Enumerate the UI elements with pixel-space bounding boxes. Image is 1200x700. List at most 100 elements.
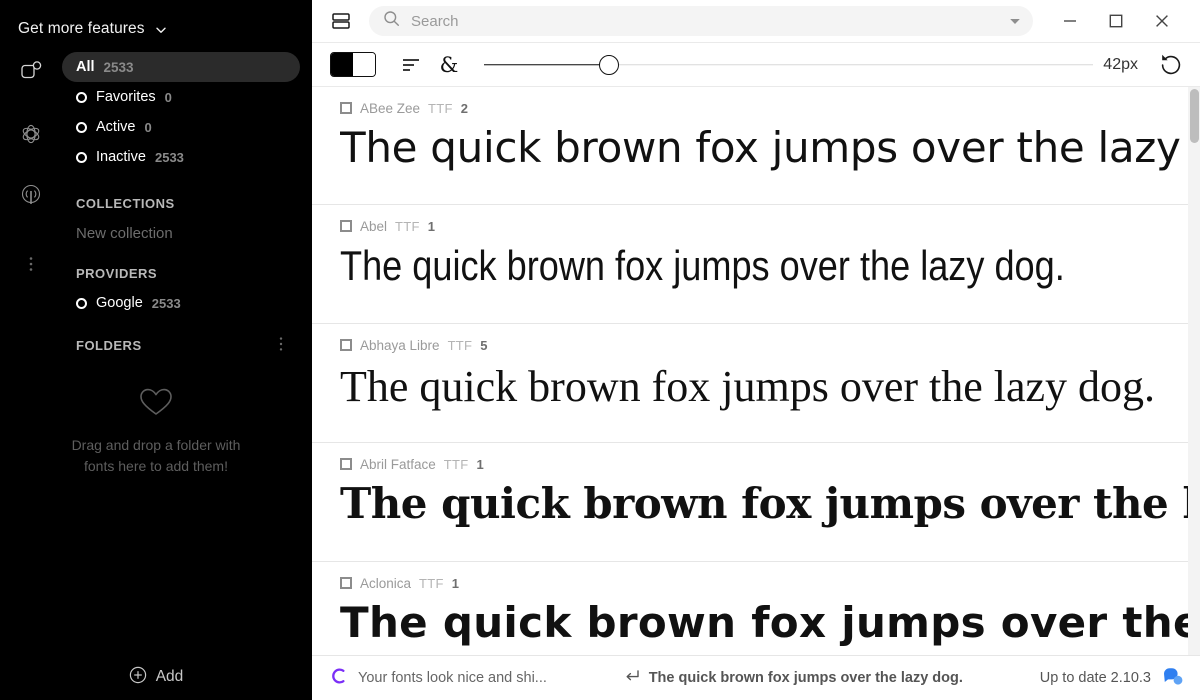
loading-c-icon (330, 667, 348, 690)
search-placeholder: Search (411, 13, 1007, 30)
folders-header: FOLDERS (0, 335, 312, 356)
add-button-label: Add (156, 668, 184, 686)
sidebar-item-inactive-count: 2533 (155, 150, 184, 165)
circle-icon (76, 122, 87, 133)
table-row[interactable]: Abril Fatface TTF 1 The quick brown fox … (312, 443, 1200, 562)
broadcast-icon[interactable] (9, 174, 53, 218)
status-left: Your fonts look nice and shi... (330, 667, 547, 690)
heart-icon (138, 386, 174, 423)
font-list[interactable]: ABee Zee TTF 2 The quick brown fox jumps… (312, 87, 1200, 655)
font-format: TTF (448, 338, 473, 353)
enter-arrow-icon (624, 668, 640, 689)
circle-icon (76, 298, 87, 309)
font-row-meta: Aclonica TTF 1 (340, 575, 1200, 591)
contrast-half-white (353, 53, 375, 76)
font-style-count: 2 (461, 101, 468, 116)
row-checkbox[interactable] (340, 102, 352, 114)
dropzone-text: Drag and drop a folder with fonts here t… (71, 435, 241, 477)
caret-down-icon[interactable] (1007, 13, 1023, 29)
font-row-meta: Abel TTF 1 (340, 218, 1200, 234)
collections-header-label: COLLECTIONS (76, 196, 175, 211)
font-style-count: 5 (480, 338, 487, 353)
status-preview-group[interactable]: The quick brown fox jumps over the lazy … (624, 668, 963, 689)
font-name: Abhaya Libre (360, 338, 440, 353)
slider-knob[interactable] (599, 55, 619, 75)
row-checkbox[interactable] (340, 577, 352, 589)
sidebar-item-favorites[interactable]: Favorites 0 (62, 82, 312, 112)
folders-more-vertical-icon[interactable] (272, 335, 290, 356)
minimize-icon[interactable] (1047, 0, 1093, 43)
table-row[interactable]: ABee Zee TTF 2 The quick brown fox jumps… (312, 87, 1200, 205)
status-message: Your fonts look nice and shi... (358, 670, 547, 686)
font-style-count: 1 (477, 457, 484, 472)
slider-fill (484, 64, 609, 66)
font-preview-text: The quick brown fox jumps over the lazy … (340, 355, 1200, 419)
search-input[interactable]: Search (369, 6, 1033, 36)
ampersand-icon[interactable]: & (432, 48, 466, 82)
providers-header-label: PROVIDERS (76, 266, 157, 281)
table-row[interactable]: Abel TTF 1 The quick brown fox jumps ove… (312, 205, 1200, 324)
preview-toolbar: & 42px (312, 43, 1200, 87)
contrast-half-black (331, 53, 353, 76)
more-vertical-icon[interactable] (9, 242, 53, 286)
font-row-meta: Abril Fatface TTF 1 (340, 456, 1200, 472)
table-row[interactable]: Abhaya Libre TTF 5 The quick brown fox j… (312, 324, 1200, 443)
folders-header-label: FOLDERS (76, 338, 142, 353)
sidebar-item-active-label: Active (96, 119, 136, 135)
titlebar: Search (312, 0, 1200, 43)
search-icon (383, 10, 400, 32)
sidebar-item-google-count: 2533 (152, 296, 181, 311)
sidebar-item-active-count: 0 (145, 120, 152, 135)
chevron-down-icon (154, 23, 167, 36)
folder-dropzone[interactable]: Drag and drop a folder with fonts here t… (0, 386, 312, 477)
sidebar-item-favorites-count: 0 (165, 90, 172, 105)
font-size-label: 42px (1103, 56, 1138, 74)
get-more-features-label: Get more features (18, 20, 145, 38)
sidebar-item-google-label: Google (96, 295, 143, 311)
font-name: Aclonica (360, 576, 411, 591)
font-row-meta: Abhaya Libre TTF 5 (340, 337, 1200, 353)
vertical-scrollbar[interactable] (1188, 87, 1200, 655)
font-preview-text: The quick brown fox jumps over the lazy … (340, 474, 1200, 535)
font-format: TTF (428, 101, 453, 116)
version-status: Up to date 2.10.3 (1040, 670, 1151, 686)
table-row[interactable]: Aclonica TTF 1 The quick brown fox jumps… (312, 562, 1200, 655)
add-button[interactable]: Add (0, 654, 312, 700)
scrollbar-thumb[interactable] (1190, 89, 1199, 143)
chat-bubble-icon[interactable] (1162, 666, 1184, 691)
close-icon[interactable] (1139, 0, 1185, 43)
font-row-meta: ABee Zee TTF 2 (340, 100, 1200, 116)
font-name: Abril Fatface (360, 457, 436, 472)
window-controls (1047, 0, 1185, 43)
status-right: Up to date 2.10.3 (1040, 666, 1184, 691)
app-window: Get more features (0, 0, 1200, 700)
svg-text:&: & (440, 53, 459, 77)
row-checkbox[interactable] (340, 339, 352, 351)
sidebar-item-favorites-label: Favorites (96, 89, 156, 105)
sidebar-item-inactive[interactable]: Inactive 2533 (62, 142, 312, 172)
font-style-count: 1 (428, 219, 435, 234)
stacked-rows-icon[interactable] (326, 6, 356, 36)
font-style-count: 1 (452, 576, 459, 591)
font-preview-text: The quick brown fox jumps over the lazy … (340, 118, 1200, 179)
text-lines-icon[interactable] (394, 48, 428, 82)
sidebar-item-all[interactable]: All 2533 (62, 52, 300, 82)
sidebar-item-all-label: All (76, 59, 95, 75)
main-panel: Search (312, 0, 1200, 700)
row-checkbox[interactable] (340, 220, 352, 232)
reset-arrow-icon[interactable] (1156, 50, 1186, 80)
font-preview-text: The quick brown fox jumps over the lazy … (340, 593, 1200, 654)
row-checkbox[interactable] (340, 458, 352, 470)
font-size-slider[interactable] (484, 48, 1093, 82)
filter-nav: All 2533 Favorites 0 Active 0 Inactive 2… (0, 52, 312, 172)
get-more-features-button[interactable]: Get more features (0, 0, 312, 44)
font-name: ABee Zee (360, 101, 420, 116)
sidebar-item-active[interactable]: Active 0 (62, 112, 312, 142)
plus-circle-icon (129, 666, 147, 689)
maximize-icon[interactable] (1093, 0, 1139, 43)
font-format: TTF (444, 457, 469, 472)
circle-icon (76, 92, 87, 103)
black-white-contrast-icon[interactable] (330, 52, 376, 77)
font-name: Abel (360, 219, 387, 234)
sidebar: Get more features (0, 0, 312, 700)
